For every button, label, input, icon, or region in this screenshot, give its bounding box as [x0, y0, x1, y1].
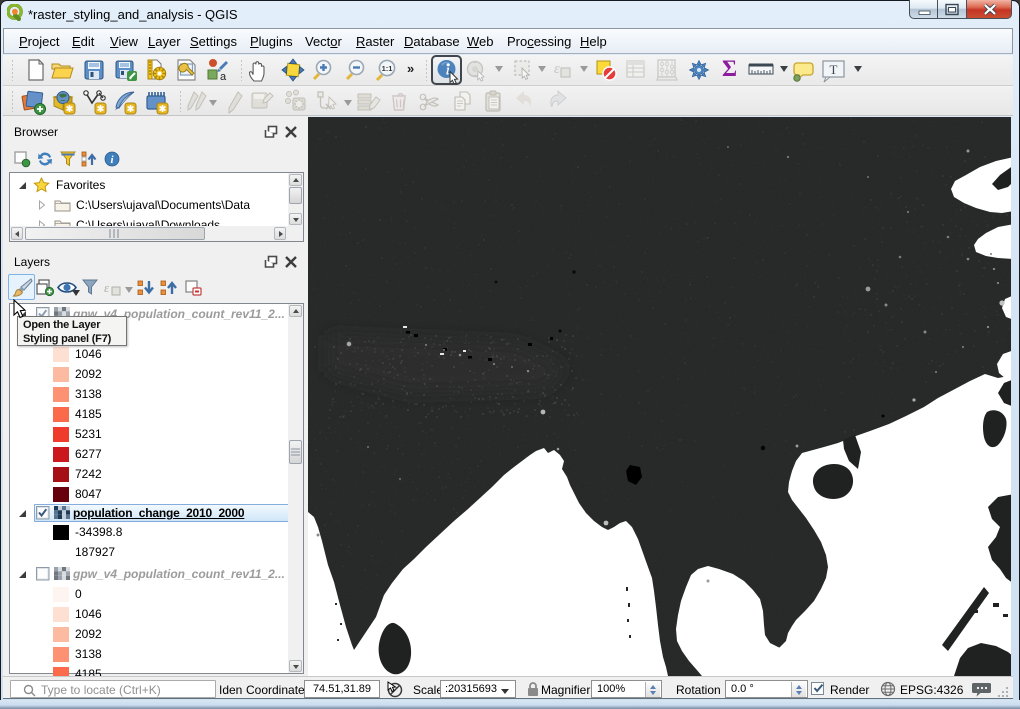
svg-text:ε: ε: [104, 280, 110, 295]
svg-text:1:1: 1:1: [382, 64, 393, 73]
svg-text:a: a: [220, 71, 227, 82]
svg-text:T: T: [830, 62, 838, 77]
svg-text:ε: ε: [554, 61, 560, 77]
